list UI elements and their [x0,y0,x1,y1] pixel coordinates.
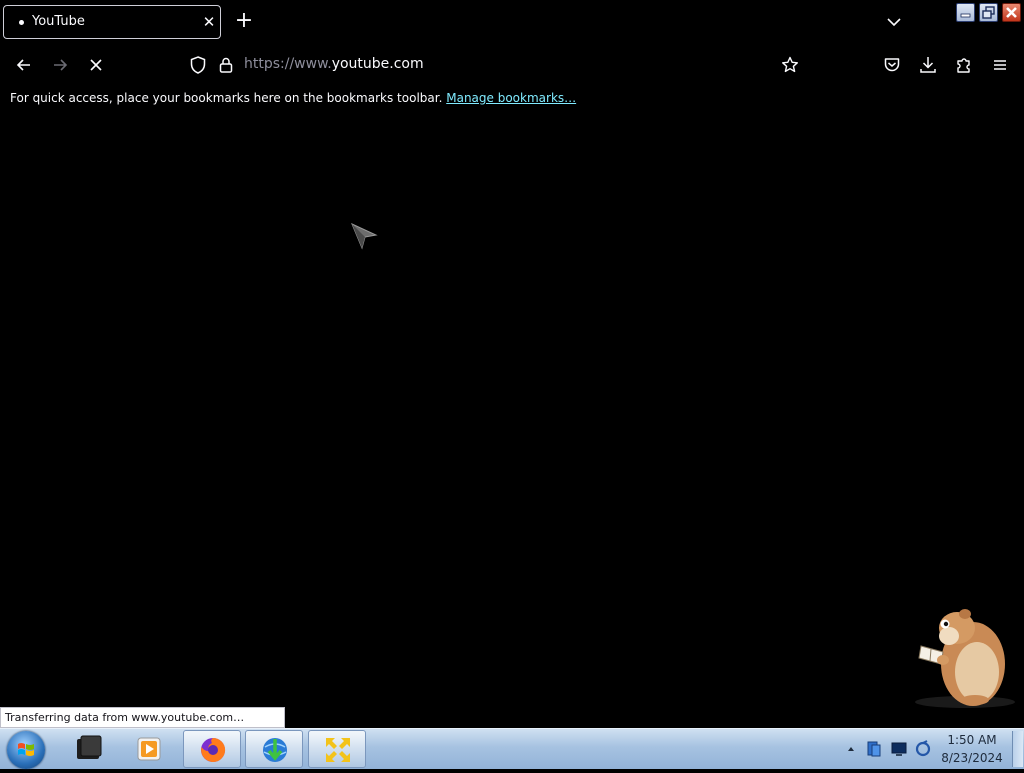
url-prefix: https://www. [244,56,332,72]
tab-list-chevron-icon[interactable] [884,12,904,32]
stop-loading-icon[interactable] [85,54,107,76]
taskbar-app-download-manager[interactable] [245,730,303,768]
manage-bookmarks-link[interactable]: Manage bookmarks… [446,91,576,105]
yellow-arrows-icon [326,738,350,762]
start-button[interactable] [7,731,45,769]
tab-strip: YouTube ✕ + [0,0,1024,44]
window-restore-button[interactable] [979,3,998,22]
hamburger-menu-icon[interactable] [989,54,1011,76]
url-bar[interactable]: https://www.youtube.com [244,56,424,72]
bookmarks-hint-text: For quick access, place your bookmarks h… [10,91,443,105]
show-hidden-icons-chevron-icon[interactable] [845,743,857,755]
tray-sync-icon[interactable] [914,740,932,758]
restore-icon [982,6,995,19]
window-minimize-button[interactable] [956,3,975,22]
navigation-toolbar: https://www.youtube.com [0,44,1024,86]
clock-date[interactable]: 8/23/2024 [936,751,1008,765]
tab-youtube[interactable]: YouTube ✕ [3,5,221,39]
tab-close-icon[interactable]: ✕ [200,12,218,32]
taskbar-app-media-player[interactable] [120,730,178,768]
new-tab-button[interactable]: + [233,10,255,32]
tab-title: YouTube [32,14,85,29]
tracking-protection-shield-icon[interactable] [187,54,209,76]
taskbar-app-media-center[interactable] [60,730,118,768]
taskbar-app-firefox[interactable] [183,730,241,768]
bookmark-star-icon[interactable] [779,54,801,76]
close-icon [1006,7,1017,18]
media-center-icon [77,735,102,759]
tray-network-icon[interactable] [865,740,883,758]
media-player-icon [137,737,161,761]
back-arrow-icon[interactable] [13,54,35,76]
taskbar: 1:50 AM 8/23/2024 [0,728,1024,769]
window-close-button[interactable] [1002,3,1021,22]
extensions-puzzle-icon[interactable] [953,54,975,76]
pocket-icon[interactable] [881,54,903,76]
downloads-icon[interactable] [917,54,939,76]
taskbar-app-utility[interactable] [308,730,366,768]
show-desktop-button[interactable] [1012,731,1023,767]
status-panel: Transferring data from www.youtube.com… [0,707,285,728]
padlock-icon[interactable] [215,54,237,76]
firefox-icon [201,737,226,762]
globe-download-icon [263,738,287,762]
mouse-pointer-icon [351,223,378,250]
clock-time[interactable]: 1:50 AM [936,733,1008,747]
url-host: youtube.com [331,56,424,72]
windows-logo-icon [18,743,34,756]
minimize-icon [960,13,971,18]
hamster-mascot-icon [915,609,1015,708]
tab-loading-icon [19,20,24,25]
bookmarks-toolbar: For quick access, place your bookmarks h… [0,86,1024,112]
forward-arrow-icon[interactable] [49,54,71,76]
bookmarks-empty-message: For quick access, place your bookmarks h… [10,91,576,105]
tray-monitor-icon[interactable] [890,740,908,758]
page-content-area[interactable] [0,112,1024,728]
